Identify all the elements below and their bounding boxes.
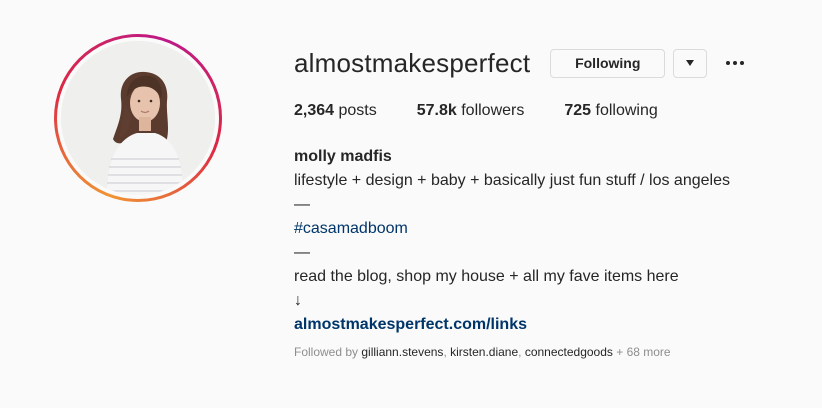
profile-header-row: almostmakesperfect Following	[294, 46, 747, 80]
profile-header: almostmakesperfect Following 2,364 posts…	[0, 0, 822, 408]
followed-by-prefix: Followed by	[294, 345, 362, 359]
hashtag-link[interactable]: #casamadboom	[294, 217, 794, 241]
followers-stat[interactable]: 57.8k followers	[417, 102, 525, 120]
profile-bio: molly madfis lifestyle + design + baby +…	[294, 145, 794, 337]
profile-photo-icon	[61, 41, 215, 195]
avatar-gap	[57, 37, 219, 199]
full-name: molly madfis	[294, 148, 392, 165]
dot	[726, 61, 731, 65]
follower-name: kirsten.diane	[450, 345, 519, 359]
following-stat[interactable]: 725 following	[564, 102, 657, 120]
website-link[interactable]: almostmakesperfect.com/links	[294, 313, 794, 337]
more-options-icon[interactable]	[723, 51, 747, 75]
dot	[740, 61, 745, 65]
follower-name: connectedgoods	[524, 345, 613, 359]
story-ring[interactable]	[54, 34, 222, 202]
following-button[interactable]: Following	[550, 48, 666, 78]
posts-label: posts	[334, 102, 377, 119]
following-count: 725	[564, 102, 592, 119]
suggestions-dropdown-button[interactable]	[673, 48, 708, 78]
posts-count: 2,364	[294, 102, 335, 119]
followed-by[interactable]: Followed by gilliann.stevens, kirsten.di…	[294, 345, 671, 359]
avatar[interactable]	[61, 41, 215, 195]
followed-by-more: + 68 more	[612, 345, 671, 359]
posts-stat: 2,364 posts	[294, 102, 377, 120]
username: almostmakesperfect	[294, 47, 531, 78]
bio-line: read the blog, shop my house + all my fa…	[294, 268, 679, 285]
dot	[733, 61, 738, 65]
follower-name: gilliann.stevens	[361, 345, 444, 359]
down-arrow: ↓	[294, 292, 302, 309]
bio-line: lifestyle + design + baby + basically ju…	[294, 172, 730, 189]
bio-dash: —	[294, 196, 310, 213]
profile-stats: 2,364 posts 57.8k followers 725 followin…	[294, 102, 698, 120]
separator: ,	[518, 345, 525, 359]
caret-down-icon	[686, 60, 695, 66]
bio-dash: —	[294, 244, 310, 261]
followers-label: followers	[456, 102, 525, 119]
following-label: following	[591, 102, 658, 119]
followers-count: 57.8k	[416, 102, 457, 119]
